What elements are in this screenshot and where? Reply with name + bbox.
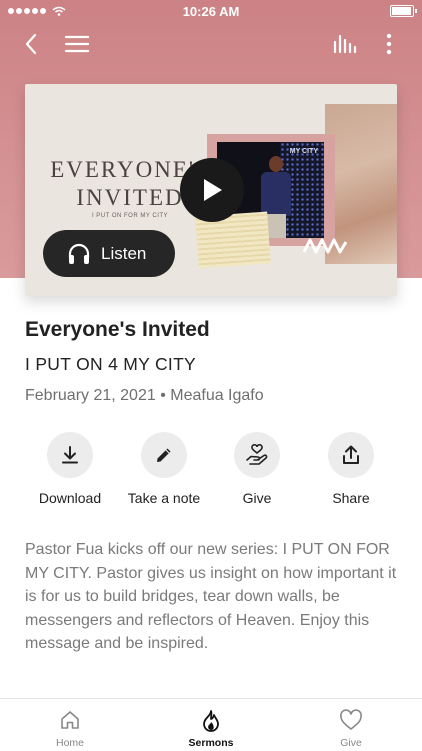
action-row: Download Take a note Give Share	[0, 432, 422, 512]
pencil-icon	[157, 448, 171, 462]
play-button[interactable]	[180, 158, 244, 222]
tab-bar: Home Sermons Give	[0, 698, 422, 751]
audio-button[interactable]	[330, 26, 360, 62]
tab-give-label: Give	[340, 737, 362, 749]
sermon-meta: February 21, 2021 • Meafua Igafo	[25, 387, 264, 404]
download-icon	[62, 446, 78, 464]
share-icon	[343, 445, 359, 464]
heart-icon	[340, 709, 362, 730]
status-time: 10:26 AM	[182, 4, 240, 19]
tab-sermons-label: Sermons	[188, 737, 234, 749]
sermon-artwork: MY CITY EVERYONE'S INVITED I PUT ON FOR …	[25, 84, 397, 296]
more-button[interactable]	[374, 26, 404, 62]
top-nav	[0, 26, 422, 62]
sermon-description: Pastor Fua kicks off our new series: I P…	[25, 541, 397, 652]
home-icon	[61, 711, 79, 729]
flame-icon	[203, 710, 219, 732]
back-button[interactable]	[16, 26, 46, 62]
screen-text: MY CITY	[289, 148, 318, 155]
tab-home-label: Home	[55, 737, 84, 749]
battery-icon	[390, 5, 417, 17]
sermon-title: Everyone's Invited	[25, 318, 210, 341]
hand-heart-icon	[246, 444, 268, 465]
headphones-icon	[68, 243, 90, 264]
tab-sermons[interactable]: Sermons	[151, 699, 271, 751]
listen-button[interactable]: Listen	[43, 230, 175, 277]
share-button[interactable]: Share	[296, 432, 406, 506]
series-name: I PUT ON 4 MY CITY	[25, 354, 197, 374]
play-icon	[204, 179, 222, 201]
status-bar: 10:26 AM	[0, 0, 422, 22]
squiggle-decoration	[302, 238, 348, 254]
menu-button[interactable]	[62, 26, 92, 62]
listen-label: Listen	[101, 243, 147, 263]
hamburger-menu-icon	[65, 35, 89, 53]
share-label: Share	[332, 490, 370, 506]
tab-give[interactable]: Give	[291, 699, 411, 751]
chevron-left-icon	[25, 33, 37, 55]
equalizer-icon	[333, 34, 357, 54]
tab-home[interactable]: Home	[10, 699, 130, 751]
more-vertical-icon	[386, 33, 392, 55]
